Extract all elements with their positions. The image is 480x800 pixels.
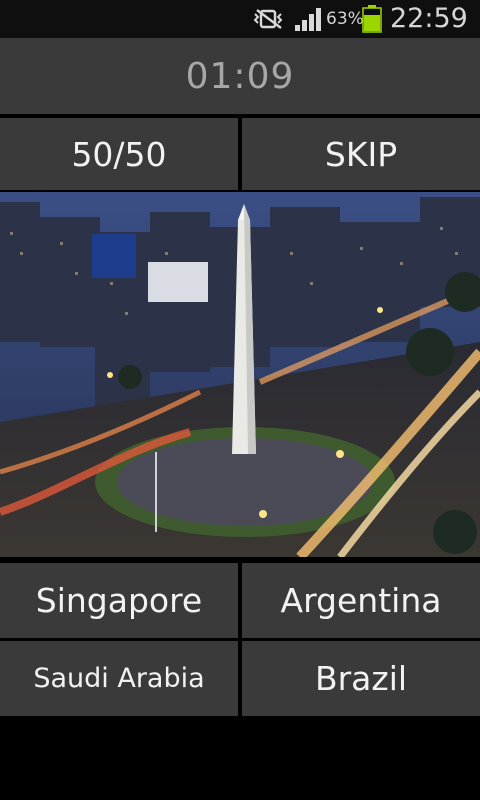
mute-vibrate-icon xyxy=(252,8,286,34)
answer-label: Brazil xyxy=(314,659,408,698)
skip-button[interactable]: SKIP xyxy=(242,118,480,190)
skip-label: SKIP xyxy=(324,134,398,174)
timer-value: 01:09 xyxy=(185,55,295,97)
answer-label: Saudi Arabia xyxy=(33,663,205,694)
question-photo xyxy=(0,192,480,557)
answer-button-4[interactable]: Brazil xyxy=(242,641,480,716)
answer-label: Argentina xyxy=(280,581,442,620)
answer-button-3[interactable]: Saudi Arabia xyxy=(0,641,238,716)
status-clock: 22:59 xyxy=(390,3,468,34)
answer-button-1[interactable]: Singapore xyxy=(0,563,238,638)
fifty-fifty-button[interactable]: 50/50 xyxy=(0,118,238,190)
countdown-timer: 01:09 xyxy=(0,38,480,114)
status-bar: 63% 22:59 xyxy=(0,0,480,38)
answer-label: Singapore xyxy=(35,581,203,620)
signal-strength-icon xyxy=(294,6,324,36)
battery-icon xyxy=(362,5,382,37)
quiz-screen: 63% 22:59 01:09 50/50 SKIP Singapore Arg… xyxy=(0,0,480,800)
battery-percent: 63% xyxy=(326,9,364,29)
answer-button-2[interactable]: Argentina xyxy=(242,563,480,638)
fifty-fifty-label: 50/50 xyxy=(71,134,167,174)
